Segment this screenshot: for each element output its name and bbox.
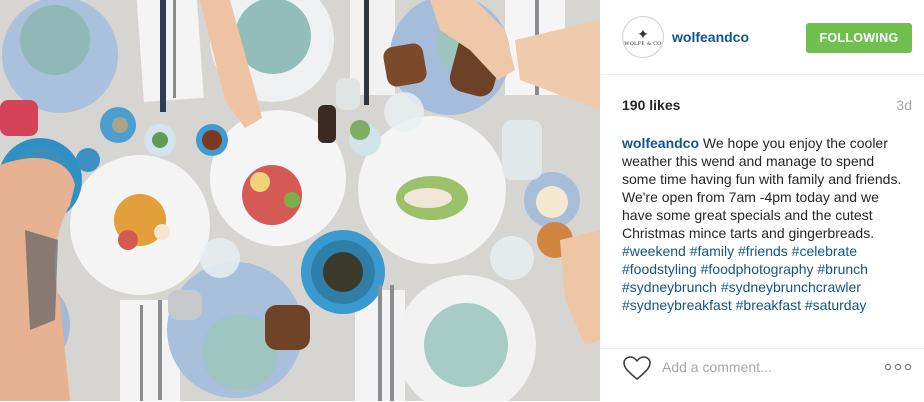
post-photo[interactable] [0, 0, 600, 401]
fox-logo-icon: ✦ [637, 26, 649, 42]
food-flatlay-image [0, 0, 600, 401]
hashtag-link[interactable]: #saturday [805, 297, 866, 313]
post-side-panel: ✦ WOLFE & CO wolfeandco FOLLOWING 190 li… [600, 0, 924, 401]
hashtag-link[interactable]: #brunch [817, 261, 868, 277]
hashtag-link[interactable]: #breakfast [736, 297, 801, 313]
post-caption: wolfeandco We hope you enjoy the cooler … [622, 134, 912, 334]
comment-input[interactable] [662, 357, 872, 377]
comment-bar [600, 348, 924, 402]
post-header: ✦ WOLFE & CO wolfeandco FOLLOWING [600, 0, 924, 75]
more-options-icon[interactable] [884, 363, 912, 371]
username-link[interactable]: wolfeandco [672, 29, 749, 45]
avatar-logo-text: WOLFE & CO [624, 41, 662, 47]
post-time[interactable]: 3d [896, 97, 912, 113]
post-container: ✦ WOLFE & CO wolfeandco FOLLOWING 190 li… [0, 0, 924, 401]
caption-author-link[interactable]: wolfeandco [622, 135, 699, 151]
hashtag-link[interactable]: #sydneybrunch [622, 279, 717, 295]
hashtag-link[interactable]: #weekend [622, 243, 686, 259]
hashtag-link[interactable]: #friends [738, 243, 788, 259]
hashtag-link[interactable]: #foodphotography [701, 261, 814, 277]
hashtag-link[interactable]: #sydneybreakfast [622, 297, 732, 313]
avatar[interactable]: ✦ WOLFE & CO [622, 16, 664, 58]
hashtag-link[interactable]: #foodstyling [622, 261, 697, 277]
heart-outline-icon[interactable] [622, 355, 652, 381]
following-button[interactable]: FOLLOWING [806, 23, 912, 53]
hashtag-link[interactable]: #celebrate [792, 243, 857, 259]
post-stats: 190 likes 3d [622, 90, 912, 113]
hashtag-link[interactable]: #family [690, 243, 734, 259]
likes-count[interactable]: 190 likes [622, 97, 680, 113]
hashtag-link[interactable]: #sydneybrunchcrawler [721, 279, 861, 295]
